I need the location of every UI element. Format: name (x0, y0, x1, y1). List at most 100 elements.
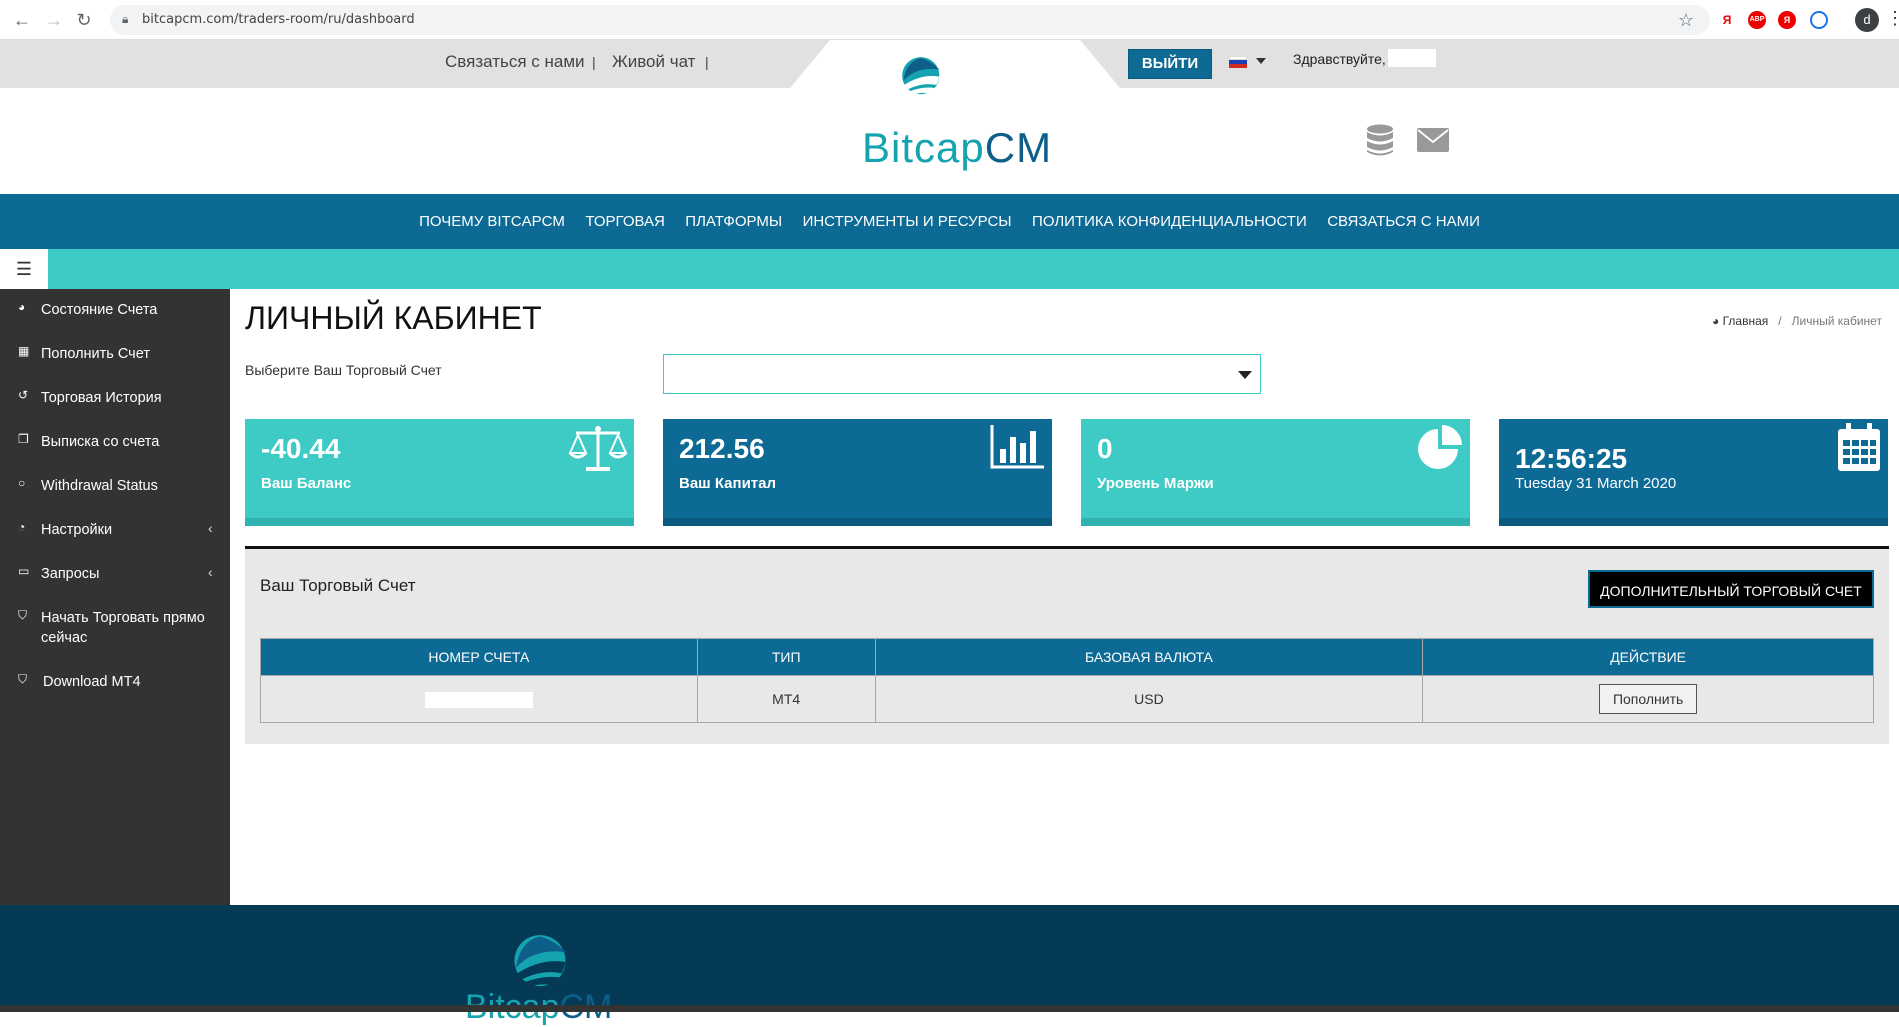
sidebar-item-label: Выписка со счета (41, 434, 160, 450)
url-text: bitcapcm.com/traders-room/ru/dashboard (142, 12, 415, 27)
clock-date: Tuesday 31 March 2020 (1515, 475, 1677, 492)
redacted-username (1388, 49, 1436, 67)
greeting-text: Здравствуйте, (1293, 51, 1386, 67)
margin-level-value: 0 (1097, 433, 1113, 464)
footer-logo-icon[interactable] (506, 928, 574, 996)
vpn-ext-icon[interactable] (1810, 11, 1828, 29)
exit-button[interactable]: ВЫЙТИ (1128, 49, 1212, 79)
browser-toolbar: ← → ↻ 🔒︎ bitcapcm.com/traders-room/ru/da… (0, 0, 1899, 40)
clock-time: 12:56:25 (1515, 443, 1628, 474)
sidebar-item-label: Download MT4 (43, 674, 141, 690)
column-header: НОМЕР СЧЕТА (260, 638, 698, 676)
breadcrumb-home-label: Главная (1722, 314, 1769, 328)
language-dropdown-icon[interactable] (1256, 58, 1266, 64)
margin-level-label: Уровень Маржи (1097, 475, 1214, 492)
circle-icon: ○ (18, 476, 26, 490)
database-icon[interactable] (1366, 124, 1394, 156)
redacted-account-number (424, 691, 533, 708)
sidebar-item-label: Начать Торговать прямо (41, 610, 205, 626)
nav-item-privacy[interactable]: ПОЛИТИКА КОНФИДЕНЦИАЛЬНОСТИ (1032, 194, 1307, 249)
chevron-left-icon: ‹ (208, 564, 213, 580)
footer (0, 905, 1899, 1012)
hamburger-menu-icon[interactable]: ☰ (0, 249, 48, 289)
account-number-cell (260, 675, 698, 723)
base-currency-cell: USD (874, 675, 1424, 723)
laptop-icon: ▭ (18, 564, 30, 578)
deposit-button[interactable]: Пополнить (1598, 684, 1698, 714)
contact-link[interactable]: Связаться с нами (445, 52, 585, 72)
card-strip (245, 518, 634, 526)
dashboard-icon: ◕ (18, 300, 26, 314)
live-chat-link[interactable]: Живой чат (612, 52, 695, 72)
back-icon[interactable]: ← (10, 8, 34, 32)
column-header: ТИП (696, 638, 876, 676)
reload-icon[interactable]: ↻ (72, 8, 96, 32)
history-icon: ↺ (18, 388, 29, 402)
table-row: MT4 USD Пополнить (260, 675, 1874, 723)
profile-avatar[interactable]: d (1855, 8, 1879, 32)
pie-chart-icon (1418, 425, 1462, 469)
logo-part2: CM (984, 124, 1053, 171)
sidebar-item-label: Пополнить Счет (41, 346, 150, 362)
logo-part1: Bitcap (862, 124, 985, 171)
yandex-red-ext-icon[interactable]: Я (1778, 11, 1796, 29)
teal-subbar (0, 249, 1899, 289)
balance-value: -40.44 (261, 433, 341, 464)
column-header: ДЕЙСТВИЕ (1422, 638, 1874, 676)
logo-wordmark[interactable]: BitcapCM (862, 124, 1052, 172)
sidebar-item-label: Торговая История (41, 390, 162, 406)
action-cell: Пополнить (1422, 675, 1874, 723)
equity-card: 212.56 Ваш Капитал (663, 419, 1052, 526)
separator: | (705, 54, 709, 70)
card-strip (1081, 518, 1470, 526)
card-strip (663, 518, 1052, 526)
breadcrumb: ◕ Главная / Личный кабинет (1712, 314, 1882, 328)
bar-chart-icon (990, 425, 1044, 469)
russian-flag-icon[interactable] (1229, 56, 1247, 68)
copy-icon: ❐ (18, 432, 29, 446)
equity-label: Ваш Капитал (679, 475, 777, 492)
breadcrumb-home[interactable]: ◕ Главная (1712, 314, 1768, 328)
breadcrumb-current: Личный кабинет (1791, 314, 1882, 328)
address-bar[interactable]: 🔒︎ bitcapcm.com/traders-room/ru/dashboar… (110, 5, 1710, 35)
breadcrumb-separator: / (1778, 314, 1782, 328)
forward-icon[interactable]: → (42, 8, 66, 32)
account-select[interactable] (663, 354, 1261, 394)
account-type-cell: MT4 (696, 675, 876, 723)
adblock-ext-icon[interactable]: ABP (1748, 11, 1766, 29)
table-header-row: НОМЕР СЧЕТА ТИП БАЗОВАЯ ВАЛЮТА ДЕЙСТВИЕ (260, 638, 1874, 676)
clock-card: 12:56:25 Tuesday 31 March 2020 (1499, 419, 1888, 526)
balance-card: -40.44 Ваш Баланс (245, 419, 634, 526)
separator: | (592, 54, 596, 70)
panel-title: Ваш Торговый Счет (260, 576, 416, 595)
yandex-ext-icon[interactable]: Я (1718, 11, 1736, 29)
bitcap-logo-icon[interactable] (896, 47, 992, 127)
sidebar-item-label: Запросы (41, 566, 100, 582)
balance-label: Ваш Баланс (261, 475, 352, 492)
shield-icon: ⛉ (18, 672, 28, 686)
pie-icon: ◔ (18, 520, 26, 534)
chevron-left-icon: ‹ (208, 520, 213, 536)
browser-menu-icon[interactable]: ⋮ (1886, 8, 1899, 29)
sidebar-item-label: Состояние Счета (41, 302, 158, 318)
nav-item-why[interactable]: ПОЧЕМУ BITCAPCM (419, 194, 565, 249)
mail-icon[interactable] (1417, 128, 1449, 152)
page-title: ЛИЧНЫЙ КАБИНЕТ (245, 300, 542, 336)
footer-edge (0, 1005, 1899, 1012)
sidebar (0, 289, 230, 905)
nav-item-tools[interactable]: ИНСТРУМЕНТЫ И РЕСУРСЫ (803, 194, 1012, 249)
nav-item-platforms[interactable]: ПЛАТФОРМЫ (685, 194, 782, 249)
nav-item-contact[interactable]: СВЯЗАТЬСЯ С НАМИ (1327, 194, 1480, 249)
account-select-label: Выберите Ваш Торговый Счет (245, 362, 442, 378)
additional-account-button[interactable]: ДОПОЛНИТЕЛЬНЫЙ ТОРГОВЫЙ СЧЕТ (1588, 570, 1874, 608)
grid-icon: ▦ (18, 344, 30, 358)
nav-item-trading[interactable]: ТОРГОВАЯ (585, 194, 664, 249)
sidebar-item-label-line2: сейчас (41, 630, 88, 646)
lock-icon: 🔒︎ (122, 12, 129, 26)
card-strip (1499, 518, 1888, 526)
column-header: БАЗОВАЯ ВАЛЮТА (874, 638, 1424, 676)
margin-level-card: 0 Уровень Маржи (1081, 419, 1470, 526)
bookmark-star-icon[interactable]: ☆ (1678, 10, 1694, 31)
scale-icon (568, 426, 628, 471)
calendar-icon (1838, 423, 1880, 471)
